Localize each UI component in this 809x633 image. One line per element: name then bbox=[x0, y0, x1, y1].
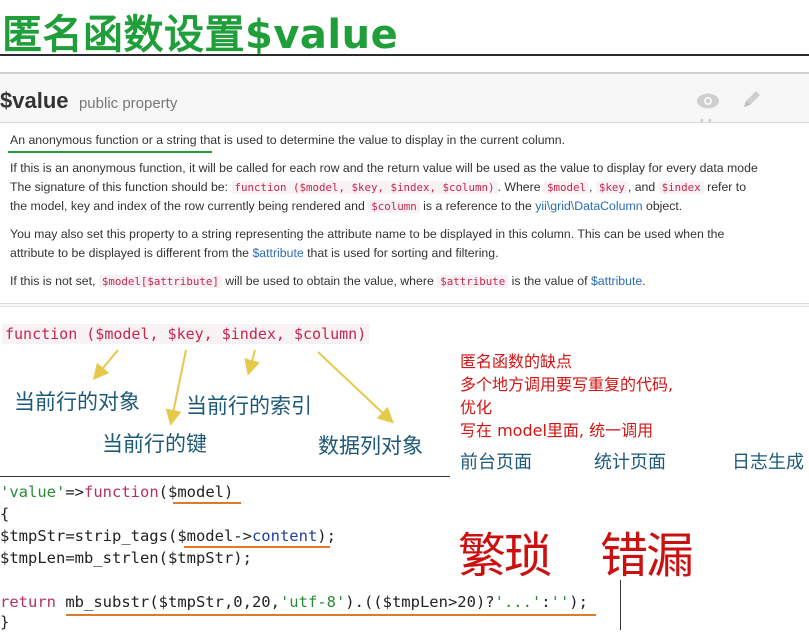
doc-header: $value public property bbox=[0, 88, 177, 114]
text: will be used to obtain the value, where bbox=[225, 274, 434, 288]
doc-paragraph-2c: the model, key and index of the row curr… bbox=[10, 197, 682, 216]
inline-code: $key bbox=[595, 181, 628, 194]
text: . Where bbox=[497, 180, 541, 194]
inline-code: $attribute bbox=[437, 275, 509, 288]
drawback-title: 匿名函数的缺点 bbox=[460, 352, 573, 371]
doc-paragraph-2b: The signature of this function should be… bbox=[10, 180, 747, 194]
code-line-3: $tmpStr=strip_tags($model->content); bbox=[0, 525, 336, 547]
code-token: ); bbox=[317, 527, 336, 545]
text: is the value of bbox=[511, 274, 588, 288]
text: refer to bbox=[707, 180, 747, 194]
code-token: return bbox=[0, 593, 56, 611]
inline-code: $model[$attribute] bbox=[98, 275, 222, 288]
function-signature: function ($model, $key, $index, $column) bbox=[2, 324, 370, 344]
code-token: $model-> bbox=[177, 527, 252, 545]
code-token: function bbox=[84, 483, 159, 501]
title-divider bbox=[0, 54, 809, 56]
inline-code: function ($model, $key, $index, $column) bbox=[231, 181, 498, 194]
page-example-stats: 统计页面 bbox=[594, 452, 666, 473]
drawback-line: 多个地方调用要写重复的代码, bbox=[460, 375, 674, 394]
doc-paragraph-2a: If this is an anonymous function, it wil… bbox=[10, 161, 758, 175]
property-type: public property bbox=[78, 95, 178, 112]
code-token: 'utf-8' bbox=[279, 593, 346, 611]
code-token: => bbox=[65, 483, 84, 501]
pencil-icon[interactable] bbox=[741, 88, 763, 117]
page-example-frontend: 前台页面 bbox=[460, 452, 532, 473]
arrow-key bbox=[165, 349, 187, 426]
text: , and bbox=[627, 180, 656, 194]
text: is a reference to the bbox=[423, 199, 532, 213]
inline-code: $model bbox=[544, 181, 590, 194]
note-current-row-index: 当前行的索引 bbox=[186, 394, 312, 418]
attribute-link[interactable]: $attribute bbox=[252, 246, 303, 260]
text: If this is not set, bbox=[10, 274, 96, 288]
slide-title: 匿名函数设置$value bbox=[2, 12, 399, 58]
page-example-logs: 日志生成 bbox=[732, 452, 804, 473]
arrow-column bbox=[317, 351, 394, 424]
inline-code: $column bbox=[368, 200, 420, 213]
property-name: $value bbox=[0, 88, 69, 113]
cons-error-prone: 错漏 bbox=[600, 528, 694, 584]
divider-line bbox=[620, 580, 621, 630]
handwritten-cons-area: 繁琐 错漏 bbox=[452, 476, 809, 630]
arrow-index bbox=[244, 349, 260, 376]
underline-model-arg bbox=[173, 502, 241, 504]
eye-icon[interactable] bbox=[696, 89, 720, 117]
note-current-row-key: 当前行的键 bbox=[102, 432, 207, 456]
note-current-row-object: 当前行的对象 bbox=[14, 390, 140, 414]
code-divider bbox=[0, 476, 450, 477]
highlight-underline bbox=[8, 151, 212, 153]
inline-code: $index bbox=[658, 181, 704, 194]
text: The signature of this function should be… bbox=[10, 180, 229, 194]
drawback-line: 写在 model里面, 统一调用 bbox=[460, 421, 654, 440]
datacolumn-link[interactable]: yii\grid\DataColumn bbox=[535, 199, 642, 213]
attribute-link[interactable]: $attribute bbox=[591, 274, 642, 288]
drawback-line: 优化 bbox=[460, 398, 493, 417]
text: object. bbox=[645, 199, 683, 213]
drawbacks-notes: 匿名函数的缺点 多个地方调用要写重复的代码, 优化 写在 model里面, 统一… bbox=[460, 350, 673, 442]
code-line-1: 'value'=>function($model) bbox=[0, 481, 233, 503]
code-line-2: { bbox=[0, 505, 10, 523]
doc-paragraph-3b: attribute to be displayed is different f… bbox=[10, 244, 499, 263]
doc-paragraph-1: An anonymous function or a string that i… bbox=[10, 133, 566, 147]
note-data-column-object: 数据列对象 bbox=[318, 434, 423, 458]
code-token: 'value' bbox=[0, 483, 66, 501]
code-token: content bbox=[251, 527, 318, 545]
text: attribute to be displayed is different f… bbox=[10, 246, 250, 260]
cons-tedious: 繁琐 bbox=[458, 528, 552, 584]
doc-paragraph-3a: You may also set this property to a stri… bbox=[10, 227, 725, 241]
text: . bbox=[642, 274, 646, 288]
doc-paragraph-4: If this is not set, $model[$attribute] w… bbox=[10, 272, 646, 291]
text: the model, key and index of the row curr… bbox=[10, 199, 365, 213]
code-token: $tmpStr=strip_tags( bbox=[0, 527, 178, 545]
code-token: mb_substr($tmpStr,0,20, bbox=[56, 593, 280, 611]
text: that is used for sorting and filtering. bbox=[307, 246, 499, 260]
arrow-model bbox=[92, 349, 119, 381]
code-line-4: $tmpLen=mb_strlen($tmpStr); bbox=[0, 549, 252, 567]
code-token: ($model) bbox=[158, 483, 234, 501]
